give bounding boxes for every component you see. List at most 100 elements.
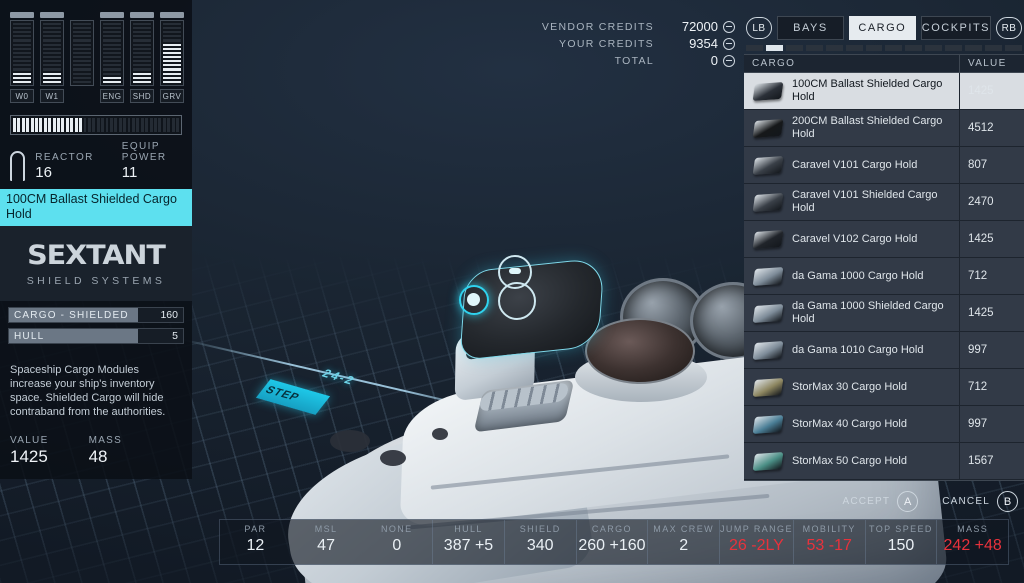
stat-value: 47	[317, 537, 335, 554]
stat-label: MOBILITY	[802, 524, 856, 534]
stat-jump-range: JUMP RANGE 26 -2LY	[720, 520, 793, 564]
row-name: StorMax 30 Cargo Hold	[792, 380, 907, 393]
reactor-segment	[118, 118, 122, 132]
parts-list-row[interactable]: da Gama 1010 Cargo Hold 997	[744, 332, 1024, 369]
power-bar-track[interactable]	[40, 20, 64, 86]
stat-label: MAX CREW	[653, 524, 714, 534]
cancel-button[interactable]: B	[997, 491, 1018, 512]
row-icon-cell	[744, 332, 792, 368]
reactor-segment	[123, 118, 127, 132]
power-segment	[163, 51, 181, 55]
tab-indicator-segment	[746, 45, 763, 51]
power-bar-track[interactable]	[160, 20, 184, 86]
row-name: 200CM Ballast Shielded Cargo Hold	[792, 115, 943, 140]
reactor-segment	[127, 118, 131, 132]
reactor-segment	[162, 118, 166, 132]
reactor-segment	[48, 118, 52, 132]
reactor-segment	[17, 118, 21, 132]
credit-row-total: TOTAL 0	[540, 52, 735, 69]
parts-list-row[interactable]: StorMax 50 Cargo Hold 1567	[744, 443, 1024, 480]
power-segment	[13, 39, 31, 42]
ship-builder-screen: STEP 24-2 PORT	[0, 0, 1024, 583]
power-bar-shd[interactable]: SHD	[130, 12, 154, 103]
power-bar-cap	[40, 12, 64, 18]
power-segment	[103, 43, 121, 46]
tab-indicator-segment	[925, 45, 943, 51]
right-bumper-button[interactable]: RB	[996, 17, 1023, 39]
tab-indicator-segment	[785, 45, 803, 51]
row-name: StorMax 50 Cargo Hold	[792, 454, 907, 467]
module-node-dot-top	[509, 268, 521, 274]
accept-button[interactable]: A	[897, 491, 919, 512]
parts-list-row[interactable]: StorMax 30 Cargo Hold 712	[744, 369, 1024, 406]
power-segment	[43, 39, 61, 42]
tab-indicator-segment	[825, 45, 843, 51]
credits-summary: VENDOR CREDITS 72000 YOUR CREDITS 9354 TOTAL…	[540, 18, 735, 69]
power-bar-cap	[100, 12, 124, 18]
tab-cargo[interactable]: CARGO	[848, 16, 916, 40]
credit-value: 9354	[689, 36, 718, 51]
power-bar-grv[interactable]: GRV	[160, 12, 184, 103]
reactor-segment	[92, 118, 96, 132]
power-segment	[163, 72, 181, 75]
tab-bays[interactable]: BAYS	[777, 16, 844, 40]
power-bar-eng[interactable]: ENG	[100, 12, 124, 103]
power-segment	[133, 68, 151, 71]
item-description: Spaceship Cargo Modules increase your sh…	[10, 364, 166, 418]
tab-cockpits[interactable]: COCKPITS	[920, 16, 992, 40]
stat-label: PAR	[244, 524, 267, 534]
power-segment	[43, 22, 61, 26]
stat-value: 12	[246, 537, 265, 554]
reactor-segment	[140, 118, 144, 132]
parts-list-row[interactable]: da Gama 1000 Cargo Hold 712	[744, 258, 1024, 295]
cargo-module-icon	[752, 340, 784, 360]
stat-value: 0	[392, 537, 402, 554]
parts-list-row[interactable]: Caravel V102 Cargo Hold 1425	[744, 221, 1024, 258]
power-segment	[73, 80, 91, 83]
parts-list-row[interactable]: Caravel V101 Cargo Hold 807	[744, 147, 1024, 184]
cancel-label: CANCEL	[942, 496, 990, 507]
reactor-segment	[83, 118, 87, 132]
stat-hull: HULL 387 +5	[433, 520, 504, 564]
parts-list-row[interactable]: 100CM Ballast Shielded Cargo Hold 1425	[744, 73, 1024, 110]
power-bar-label: W0	[10, 89, 34, 103]
row-value: 1425	[959, 295, 1024, 331]
power-segment	[103, 39, 121, 42]
stat-value: 2	[679, 537, 689, 554]
reactor-segment	[158, 118, 162, 132]
power-bar-w0[interactable]: W0	[10, 12, 34, 103]
accept-label: ACCEPT	[842, 496, 891, 507]
stat-shield: SHIELD 340	[505, 520, 576, 564]
power-bar-track[interactable]	[100, 20, 124, 86]
power-segment	[103, 72, 121, 75]
power-segment	[163, 39, 181, 42]
reactor-segment	[61, 118, 65, 132]
parts-list-row[interactable]: StorMax 40 Cargo Hold 997	[744, 406, 1024, 443]
power-bar-track[interactable]	[130, 20, 154, 86]
power-bar-track[interactable]	[10, 20, 34, 86]
module-node-ring-mid[interactable]	[498, 282, 536, 320]
stat-none: NONE 0	[361, 520, 432, 564]
reactor-segment	[96, 118, 100, 132]
parts-list-row[interactable]: 200CM Ballast Shielded Cargo Hold 4512	[744, 110, 1024, 147]
row-value: 807	[959, 147, 1024, 183]
row-name: 100CM Ballast Shielded Cargo Hold	[792, 78, 943, 103]
parts-list-row[interactable]: da Gama 1000 Shielded Cargo Hold 1425	[744, 295, 1024, 332]
item-value-block: VALUE 1425	[10, 435, 49, 467]
stat-value: 150	[887, 537, 915, 554]
parts-list[interactable]: 100CM Ballast Shielded Cargo Hold 1425 200…	[744, 73, 1024, 481]
power-bar-track[interactable]	[70, 20, 94, 86]
power-segment	[13, 72, 31, 75]
reactor-segment	[30, 118, 34, 132]
parts-list-row[interactable]: Caravel V101 Shielded Cargo Hold 2470	[744, 184, 1024, 221]
tab-indicator-segment	[865, 45, 883, 51]
power-allocation-bars[interactable]: W0 W1 ENG SHD GRV	[0, 0, 192, 107]
power-segment	[103, 80, 121, 83]
left-bumper-button[interactable]: LB	[746, 17, 772, 39]
power-segment	[163, 76, 181, 79]
power-bar-label: ENG	[100, 89, 124, 103]
category-tabs[interactable]: LB BAYS CARGO COCKPITS RB	[744, 16, 1024, 40]
power-bar-empty-2[interactable]	[70, 12, 94, 103]
power-bar-w1[interactable]: W1	[40, 12, 64, 103]
power-segment	[163, 22, 181, 26]
